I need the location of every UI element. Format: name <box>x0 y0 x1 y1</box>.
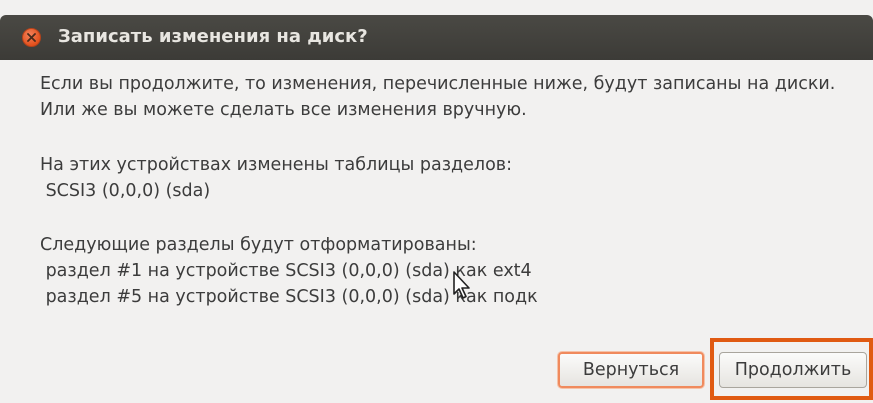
intro-line-2: Или же вы можете сделать все изменения в… <box>40 100 527 120</box>
close-button[interactable] <box>22 28 41 47</box>
mouse-pointer-icon <box>453 271 470 299</box>
continue-highlight-frame <box>710 338 873 400</box>
partition-tables-heading: На этих устройствах изменены таблицы раз… <box>40 155 513 175</box>
title-bar[interactable]: Записать изменения на диск? <box>0 15 873 60</box>
dialog-title: Записать изменения на диск? <box>58 26 368 47</box>
partition-tables-device: SCSI3 (0,0,0) (sda) <box>40 181 211 201</box>
close-icon <box>27 33 36 42</box>
format-heading: Следующие разделы будут отформатированы: <box>40 235 477 255</box>
back-button[interactable]: Вернуться <box>558 352 704 388</box>
dialog-window: Записать изменения на диск? Если вы прод… <box>0 0 873 403</box>
intro-line-1: Если вы продолжите, то изменения, перечи… <box>40 74 836 94</box>
